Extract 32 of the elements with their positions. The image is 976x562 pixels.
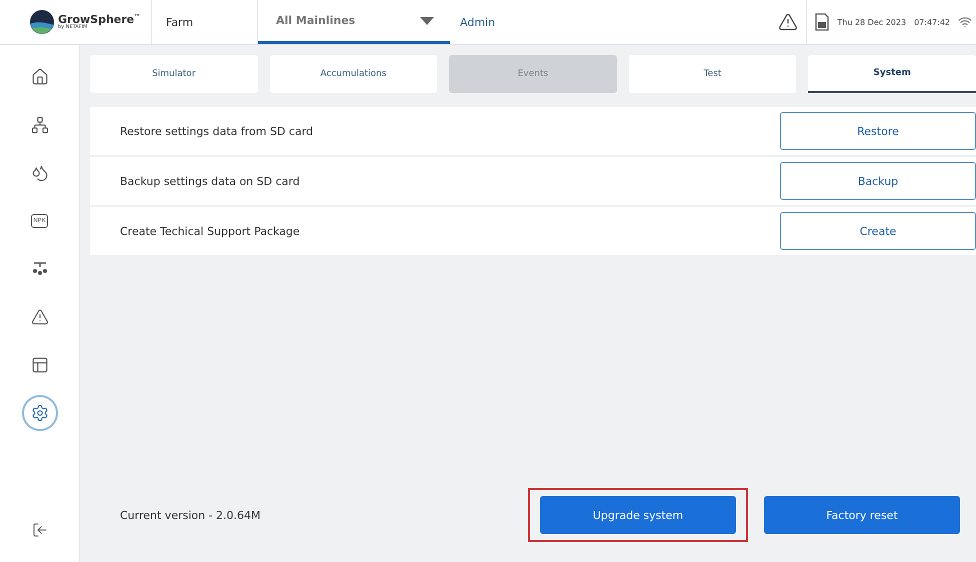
time-text: 07:47:42 xyxy=(914,18,950,26)
sprinkler-icon xyxy=(30,260,48,278)
drops-icon xyxy=(30,164,48,182)
home-icon xyxy=(30,68,48,86)
system-button[interactable]: Upgrade system xyxy=(540,496,736,534)
date-text: Thu 28 Dec 2023 xyxy=(837,18,906,26)
logout-icon xyxy=(32,522,48,538)
action-label: Restore settings data from SD card xyxy=(120,124,314,138)
warning-icon xyxy=(30,308,48,326)
sd-card-icon xyxy=(815,13,830,31)
tab[interactable]: Test xyxy=(628,55,796,93)
tab[interactable]: Simulator xyxy=(90,55,258,93)
system-button[interactable]: Factory reset xyxy=(764,496,960,534)
site-name: Farm xyxy=(152,0,258,44)
globe-logo-icon xyxy=(30,10,54,34)
action-label: Create Techical Support Package xyxy=(120,224,300,238)
user-name: Admin xyxy=(459,14,496,30)
settings-button[interactable] xyxy=(22,395,58,431)
action-label: Backup settings data on SD card xyxy=(120,174,300,188)
action-button[interactable]: Restore xyxy=(780,112,976,150)
brand-name: GrowSphere$^{™}$ xyxy=(58,14,140,25)
action-button[interactable]: Backup xyxy=(780,162,976,200)
warning-icon[interactable] xyxy=(778,12,798,32)
version-text: Current version - 2.0.64M xyxy=(119,508,262,522)
action-button[interactable]: Create xyxy=(780,212,976,250)
hierarchy-icon xyxy=(30,116,48,134)
caret-icon xyxy=(420,16,434,24)
tab[interactable]: System xyxy=(808,55,976,93)
layout-icon xyxy=(30,356,48,374)
tab[interactable]: Accumulations xyxy=(270,55,438,93)
wifi-icon xyxy=(958,15,972,29)
settings-icon xyxy=(30,404,48,422)
